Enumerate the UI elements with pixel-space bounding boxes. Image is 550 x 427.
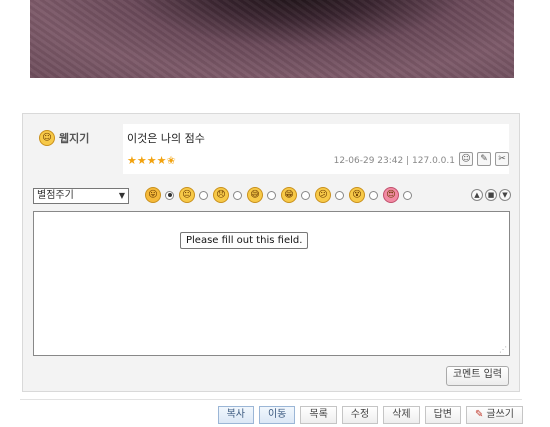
emoticon-radio[interactable]	[369, 190, 378, 200]
comment-meta: 12-06-29 23:42 | 127.0.0.1	[334, 156, 455, 166]
emoticon-picker: 😛 😐 😞 😅 😁 😕 😵 😍	[145, 187, 417, 203]
sweat-emoticon-icon: 😅	[247, 187, 263, 203]
expand-down-icon[interactable]: ▼	[499, 189, 511, 201]
rating-stars: ★ ★ ★ ★ ✬	[127, 154, 176, 167]
divider	[20, 399, 522, 400]
emoticon-radio[interactable]	[267, 190, 276, 200]
meta-separator: |	[406, 156, 410, 166]
submit-comment-button[interactable]: 코멘트 입력	[445, 366, 509, 386]
emoticon-radio[interactable]	[301, 190, 310, 200]
reply-button[interactable]: 답변	[424, 406, 461, 424]
half-star-icon: ✬	[166, 154, 176, 167]
delete-button[interactable]: 삭제	[383, 406, 420, 424]
move-button[interactable]: 이동	[258, 406, 296, 424]
star-icon: ★	[156, 154, 167, 167]
tongue-emoticon-icon: 😛	[145, 187, 161, 203]
pencil-icon: ✎	[475, 409, 484, 420]
emoticon-radio[interactable]	[199, 190, 208, 200]
list-button[interactable]: 목록	[300, 406, 337, 424]
copy-button[interactable]: 복사	[217, 406, 254, 424]
emoticon-radio[interactable]	[233, 190, 242, 200]
star-icon: ★	[136, 154, 147, 167]
reply-comment-icon[interactable]: ☺	[459, 152, 473, 166]
star-icon: ★	[146, 154, 157, 167]
dizzy-emoticon-icon: 😵	[349, 187, 365, 203]
write-button[interactable]: ✎ 글쓰기	[466, 406, 523, 424]
comment-text: 이것은 나의 점수	[127, 132, 205, 145]
write-button-label: 글쓰기	[486, 409, 514, 420]
comment-date: 12-06-29 23:42	[333, 156, 404, 166]
textarea-size-controls: ▲ ■ ▼	[471, 189, 511, 201]
post-image	[30, 0, 514, 78]
comment-author: ☺ 웹지기	[39, 130, 89, 146]
chevron-down-icon: ▼	[118, 191, 125, 200]
star-icon: ★	[127, 154, 137, 167]
author-name: 웹지기	[59, 132, 90, 145]
emoticon-radio[interactable]	[165, 190, 174, 200]
love-emoticon-icon: 😍	[383, 187, 399, 203]
comment-ip: 127.0.0.1	[412, 156, 455, 166]
post-actions: 복사 이동 목록 수정 삭제 답변 ✎ 글쓰기	[217, 406, 523, 424]
expand-up-icon[interactable]: ▲	[471, 189, 483, 201]
emoticon-radio[interactable]	[335, 190, 344, 200]
edit-comment-icon[interactable]: ✎	[477, 152, 491, 166]
comment-toolbar: 별점주기 ▼ 😛 😐 😞 😅 😁 😕 😵 😍 ▲ ■ ▼	[33, 187, 511, 207]
comment-section: ☺ 웹지기 이것은 나의 점수 ★ ★ ★ ★ ✬ 12-06-29 23:42…	[22, 113, 520, 392]
grin-emoticon-icon: 😁	[281, 187, 297, 203]
score-select-value: 별점주기	[37, 190, 74, 201]
comment-body: 이것은 나의 점수 ★ ★ ★ ★ ✬ 12-06-29 23:42 | 127…	[123, 124, 509, 174]
resize-grip-icon[interactable]: ⋰	[499, 345, 507, 354]
comment-entry: ☺ 웹지기 이것은 나의 점수 ★ ★ ★ ★ ✬ 12-06-29 23:42…	[33, 124, 511, 174]
sad-emoticon-icon: 😞	[213, 187, 229, 203]
emoticon-radio[interactable]	[403, 190, 412, 200]
grin-icon: ☺	[39, 130, 55, 146]
confused-emoticon-icon: 😕	[315, 187, 331, 203]
reset-size-icon[interactable]: ■	[485, 189, 497, 201]
comment-textarea[interactable]: Please fill out this field. ⋰	[33, 211, 510, 356]
validation-tooltip: Please fill out this field.	[180, 232, 309, 249]
neutral-emoticon-icon: 😐	[179, 187, 195, 203]
delete-comment-icon[interactable]: ✂	[495, 152, 509, 166]
edit-button[interactable]: 수정	[341, 406, 379, 424]
score-select[interactable]: 별점주기 ▼	[33, 188, 129, 204]
